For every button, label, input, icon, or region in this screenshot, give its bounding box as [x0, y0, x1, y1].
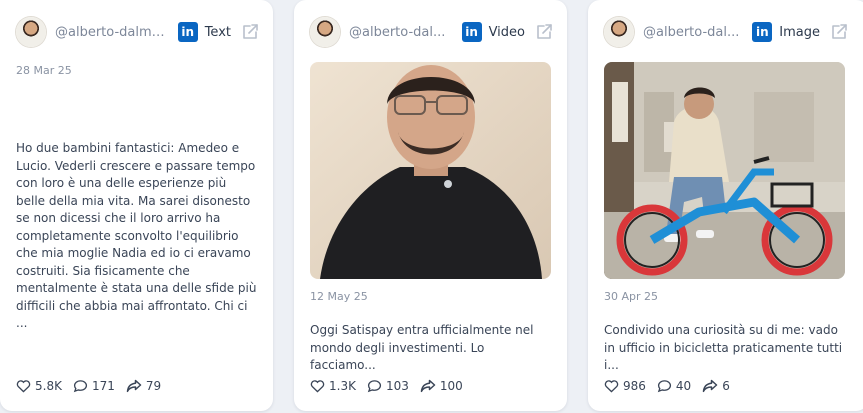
post-text: Oggi Satispay entra ufficialmente nel mo… [310, 323, 534, 372]
heart-icon [310, 380, 325, 393]
post-header: @alberto-dalma... in Text [16, 16, 259, 48]
shares-count: 79 [145, 379, 162, 393]
external-link-icon[interactable] [830, 23, 848, 41]
avatar [310, 17, 340, 47]
bicycle-photo-image [604, 62, 845, 279]
shares-stat: 79 [126, 379, 161, 393]
post-card-video[interactable]: @alberto-dal... in Video 12 May 25 Oggi [294, 0, 567, 411]
comments-count: 171 [91, 379, 115, 393]
avatar [16, 17, 46, 47]
comment-icon [73, 380, 88, 393]
shares-stat: 100 [420, 379, 463, 393]
post-date: 28 Mar 25 [16, 64, 72, 77]
author-handle[interactable]: @alberto-dal... [349, 25, 456, 40]
share-icon [126, 379, 142, 393]
post-text: Condivido una curiosità su di me: vado i… [604, 323, 843, 372]
engagement-stats: 5.8K 171 79 [16, 379, 172, 393]
comment-icon [367, 380, 382, 393]
heart-icon [604, 380, 619, 393]
post-image[interactable] [604, 62, 845, 279]
author-handle[interactable]: @alberto-dal... [643, 25, 746, 40]
shares-count: 100 [439, 379, 463, 393]
likes-count: 1.3K [329, 379, 356, 393]
post-header: @alberto-dal... in Image [604, 16, 848, 48]
heart-icon [16, 380, 31, 393]
shares-count: 6 [722, 379, 730, 393]
engagement-stats: 986 40 6 [604, 379, 741, 393]
post-card-text[interactable]: @alberto-dalma... in Text 28 Mar 25 Ho d… [0, 0, 273, 411]
shares-stat: 6 [702, 379, 730, 393]
likes-count: 5.8K [35, 379, 62, 393]
external-link-icon[interactable] [535, 23, 553, 41]
external-link-icon[interactable] [241, 23, 259, 41]
comments-count: 40 [675, 379, 692, 393]
post-date: 30 Apr 25 [604, 290, 659, 303]
video-frame-image [310, 62, 551, 279]
avatar [604, 17, 634, 47]
engagement-stats: 1.3K 103 100 [310, 379, 474, 393]
post-type-label: Text [204, 24, 231, 40]
comments-count: 103 [385, 379, 409, 393]
post-date: 12 May 25 [310, 290, 368, 303]
share-icon [420, 379, 436, 393]
linkedin-icon: in [752, 22, 773, 42]
linkedin-icon: in [177, 22, 198, 42]
post-card-image[interactable]: @alberto-dal... in Image 30 Apr 25 Condi… [588, 0, 863, 411]
likes-stat: 1.3K [310, 379, 356, 393]
likes-stat: 5.8K [16, 379, 62, 393]
post-type-label: Image [779, 24, 820, 40]
post-header: @alberto-dal... in Video [310, 16, 553, 48]
comments-stat: 103 [367, 379, 409, 393]
author-handle[interactable]: @alberto-dalma... [55, 25, 172, 40]
likes-count: 986 [623, 379, 646, 393]
comment-icon [657, 380, 671, 393]
post-type-label: Video [488, 24, 525, 40]
comments-stat: 40 [657, 379, 691, 393]
comments-stat: 171 [73, 379, 115, 393]
linkedin-icon: in [461, 22, 482, 42]
share-icon [702, 379, 718, 393]
post-text: Ho due bambini fantastici: Amedeo e Luci… [16, 141, 257, 330]
likes-stat: 986 [604, 379, 646, 393]
video-thumbnail[interactable] [310, 62, 551, 279]
